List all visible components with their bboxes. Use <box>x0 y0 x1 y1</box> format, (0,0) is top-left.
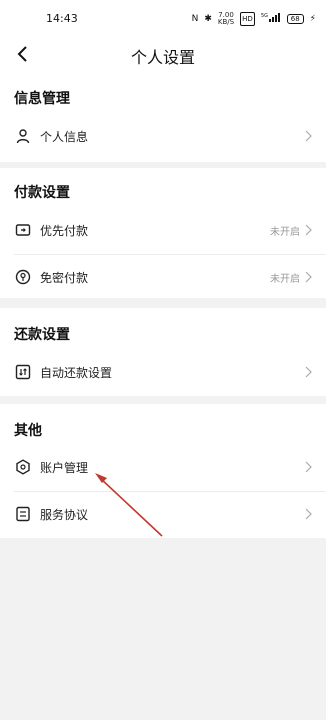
repay-icon <box>15 364 31 380</box>
signal-icon: 5G <box>261 12 281 26</box>
person-icon <box>16 129 30 144</box>
section-title: 其他 <box>14 423 42 439</box>
wallet-icon <box>15 224 31 236</box>
key-icon <box>15 269 31 285</box>
status-time: 14:43 <box>46 12 78 25</box>
chevron-right-icon <box>305 508 312 520</box>
chevron-right-icon <box>305 271 312 283</box>
account-hex-icon <box>16 459 30 475</box>
nav-header: 个人设置 <box>0 40 326 78</box>
section-other: 其他 账户管理 服务协议 <box>0 404 326 538</box>
section-repayment-settings: 还款设置 自动还款设置 <box>0 308 326 396</box>
network-speed-unit: KB/S <box>217 18 235 26</box>
nfc-icon: N <box>191 14 199 24</box>
row-label: 免密付款 <box>40 271 89 285</box>
row-account-management[interactable]: 账户管理 <box>0 445 326 491</box>
section-title: 信息管理 <box>14 91 70 107</box>
chevron-right-icon <box>305 366 312 378</box>
row-personal-info[interactable]: 个人信息 <box>0 114 326 160</box>
section-payment-settings: 付款设置 优先付款 未开启 免密付款 未开启 <box>0 168 326 298</box>
svg-text:5G: 5G <box>261 13 268 19</box>
row-label: 服务协议 <box>40 508 89 522</box>
row-auto-repayment[interactable]: 自动还款设置 <box>0 350 326 396</box>
chevron-right-icon <box>305 461 312 473</box>
battery-icon: 68 <box>286 14 304 24</box>
page-title: 个人设置 <box>130 48 195 67</box>
charging-icon: ⚡ <box>309 14 316 24</box>
row-value: 未开启 <box>270 227 300 238</box>
network-speed: 7.00 KB/S <box>218 12 234 26</box>
status-icons: N ✱ 7.00 KB/S HD 5G 68 ⚡ <box>192 12 316 26</box>
document-icon <box>16 506 30 522</box>
row-value: 未开启 <box>270 274 300 285</box>
status-bar: 14:43 N ✱ 7.00 KB/S HD 5G 68 ⚡ <box>0 0 326 40</box>
row-password-free-payment[interactable]: 免密付款 未开启 <box>0 255 326 301</box>
chevron-right-icon <box>305 224 312 236</box>
row-label: 个人信息 <box>40 130 89 144</box>
row-priority-payment[interactable]: 优先付款 未开启 <box>0 208 326 254</box>
row-label: 账户管理 <box>40 461 89 475</box>
row-label: 自动还款设置 <box>40 366 113 380</box>
hd-icon: HD <box>240 12 255 26</box>
personal-settings-page: 14:43 N ✱ 7.00 KB/S HD 5G 68 ⚡ 个人设置 信息管理… <box>0 0 326 720</box>
row-label: 优先付款 <box>40 224 89 238</box>
row-service-agreement[interactable]: 服务协议 <box>0 492 326 538</box>
section-title: 付款设置 <box>14 185 70 201</box>
section-info-management: 信息管理 个人信息 <box>0 78 326 162</box>
bluetooth-icon: ✱ <box>204 14 212 24</box>
chevron-right-icon <box>305 130 312 142</box>
section-title: 还款设置 <box>14 327 70 343</box>
